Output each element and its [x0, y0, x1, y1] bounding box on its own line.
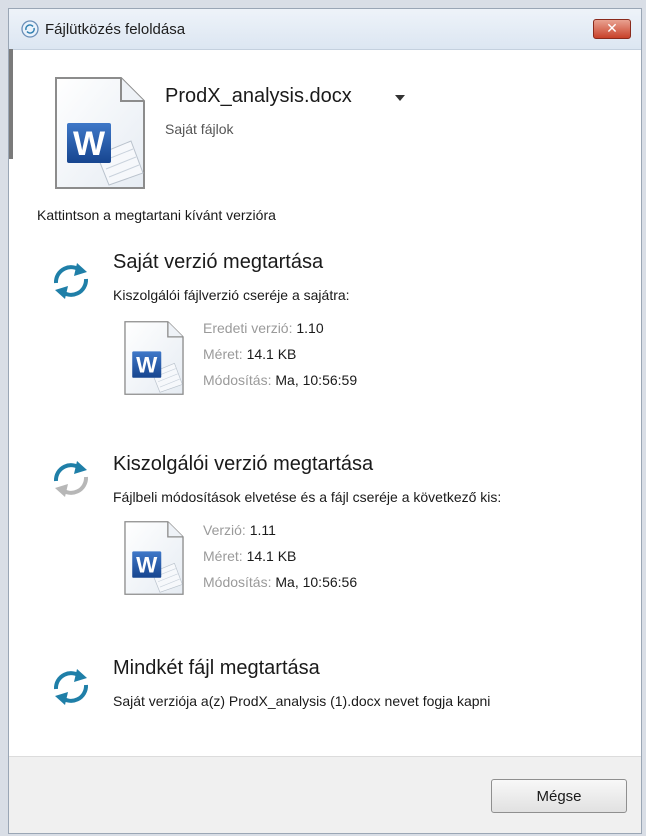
close-button[interactable]: ✕ [593, 19, 631, 39]
word-document-icon [123, 519, 185, 597]
meta-value: Ma, 10:56:56 [275, 574, 358, 590]
window-title: Fájlütközés feloldása [45, 21, 186, 38]
meta-row: Verzió: 1.11 [203, 517, 357, 543]
meta-row: Méret: 14.1 KB [203, 341, 357, 367]
meta-label: Méret: [203, 346, 243, 362]
word-document-icon [53, 75, 147, 191]
meta-label: Módosítás: [203, 574, 272, 590]
version-details: Verzió: 1.11 Méret: 14.1 KB Módosítás: M… [203, 517, 357, 595]
option-description: Fájlbeli módosítások elvetése és a fájl … [113, 489, 502, 505]
meta-value: 14.1 KB [246, 346, 297, 362]
cancel-button[interactable]: Mégse [491, 779, 627, 813]
window-edge-shadow [9, 49, 13, 159]
option-title: Mindkét fájl megtartása [113, 657, 320, 679]
app-icon [21, 20, 39, 38]
meta-value: 1.10 [296, 320, 324, 336]
meta-label: Módosítás: [203, 372, 272, 388]
option-keep-server[interactable]: Kiszolgálói verzió megtartása Fájlbeli m… [9, 453, 641, 623]
title-bar: Fájlütközés feloldása ✕ [9, 9, 641, 50]
meta-label: Verzió: [203, 522, 246, 538]
meta-value: 1.11 [249, 522, 276, 538]
sync-icon [47, 259, 95, 303]
meta-row: Módosítás: Ma, 10:56:56 [203, 569, 357, 595]
dialog-footer: Mégse [9, 756, 641, 833]
option-keep-both[interactable]: Mindkét fájl megtartása Saját verziója a… [9, 653, 641, 733]
sync-icon [47, 665, 95, 709]
instruction-text: Kattintson a megtartani kívánt verzióra [37, 207, 276, 223]
option-description: Kiszolgálói fájlverzió cseréje a sajátra… [113, 287, 350, 303]
meta-row: Módosítás: Ma, 10:56:59 [203, 367, 357, 393]
option-title: Saját verzió megtartása [113, 251, 324, 273]
word-document-icon [123, 319, 185, 397]
meta-label: Eredeti verzió: [203, 320, 293, 336]
meta-row: Méret: 14.1 KB [203, 543, 357, 569]
meta-value: 14.1 KB [246, 548, 297, 564]
meta-value: Ma, 10:56:59 [275, 372, 358, 388]
option-keep-local[interactable]: Saját verzió megtartása Kiszolgálói fájl… [9, 243, 641, 413]
meta-row: Eredeti verzió: 1.10 [203, 315, 357, 341]
meta-label: Méret: [203, 548, 243, 564]
option-title: Kiszolgálói verzió megtartása [113, 453, 374, 475]
file-name: ProdX_analysis.docx [165, 85, 352, 107]
file-conflict-dialog: Fájlütközés feloldása ✕ ProdX_analysis.d… [8, 8, 642, 834]
version-details: Eredeti verzió: 1.10 Méret: 14.1 KB Módo… [203, 315, 357, 393]
close-icon: ✕ [606, 20, 618, 36]
file-menu-chevron-down-icon[interactable] [395, 95, 405, 101]
sync-icon [47, 457, 95, 501]
option-description: Saját verziója a(z) ProdX_analysis (1).d… [113, 693, 491, 709]
file-location: Saját fájlok [165, 121, 234, 137]
